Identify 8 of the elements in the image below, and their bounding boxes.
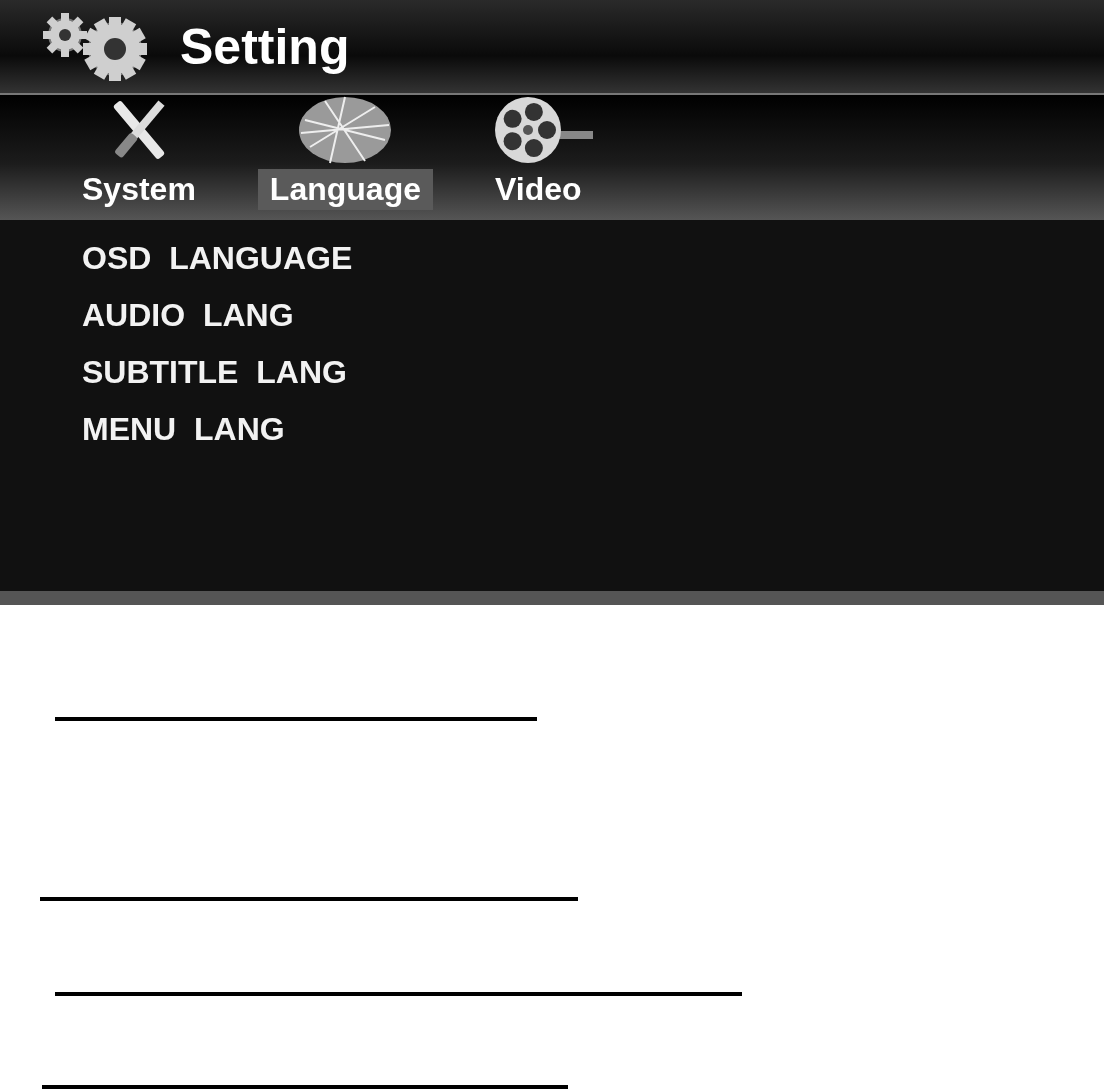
tab[interactable]: Video <box>482 169 594 210</box>
menu-item[interactable]: MENU LANG <box>82 411 285 448</box>
window-title: Setting <box>180 17 350 76</box>
tab[interactable]: System <box>70 169 208 210</box>
menu-item[interactable]: AUDIO LANG <box>82 297 294 334</box>
menu-item[interactable]: SUBTITLE LANG <box>82 354 347 391</box>
tab[interactable]: Language <box>257 169 433 210</box>
menu-item[interactable]: OSD LANGUAGE <box>82 240 353 277</box>
